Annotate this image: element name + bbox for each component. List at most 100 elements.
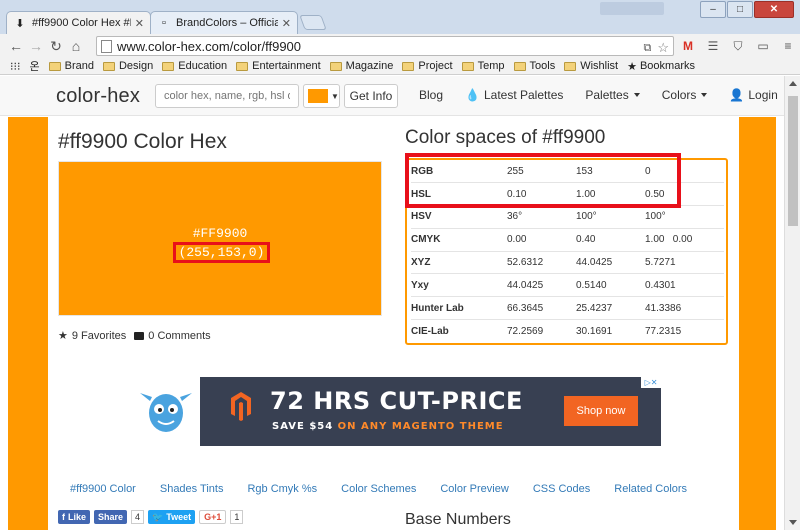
cell: 1.00 0.00 (645, 228, 724, 252)
bookmark-label: Brand (64, 60, 94, 72)
social-buttons: f Like Share 4 🐦 Tweet G+1 1 (58, 510, 244, 524)
close-window-button[interactable]: ✕ (754, 1, 794, 18)
tab-related-colors[interactable]: Related Colors (614, 483, 687, 495)
cast-icon[interactable]: ▭ (755, 38, 771, 54)
close-tab-icon[interactable]: ✕ (282, 17, 291, 30)
bookmark-brand[interactable]: Brand (48, 60, 94, 72)
favorites-link[interactable]: ★ 9 Favorites (58, 329, 127, 343)
tab-title: #ff9900 Color Hex #F90 (32, 17, 131, 29)
star-icon[interactable]: ☆ (657, 40, 669, 56)
row-label: CMYK (411, 228, 507, 252)
tweet-button[interactable]: 🐦 Tweet (148, 510, 196, 524)
cell: 5.7271 (645, 251, 724, 275)
color-meta: ★ 9 Favorites 0 Comments (58, 329, 219, 343)
profile-chip[interactable] (600, 2, 664, 15)
chrome-menu-icon[interactable]: ≡ (780, 38, 796, 54)
site-logo[interactable]: color-hex (56, 85, 140, 108)
cell: 100° (645, 205, 724, 229)
ad-banner[interactable]: 72 HRS CUT-PRICE SAVE $54 ON ANY MAGENTO… (136, 377, 661, 447)
nav-label: Blog (419, 88, 444, 102)
cell: 77.2315 (645, 325, 682, 337)
nav-palettes[interactable]: Palettes (585, 88, 640, 102)
scroll-up-icon[interactable] (789, 81, 797, 86)
address-bar[interactable]: www.color-hex.com/color/ff9900 ⧉ ☆ (96, 36, 674, 56)
caret-down-icon (633, 93, 640, 97)
table-row: HSV 36° 100° 100° (411, 205, 724, 229)
scroll-thumb[interactable] (788, 96, 798, 226)
ad-headline: 72 HRS CUT-PRICE (270, 387, 523, 415)
bookmark-design[interactable]: Design (102, 60, 153, 72)
scroll-down-icon[interactable] (789, 520, 797, 525)
cell: 25.4237 (576, 296, 645, 321)
ad-subline: SAVE $54 ON ANY MAGENTO THEME (272, 421, 504, 432)
close-tab-icon[interactable]: ✕ (135, 17, 144, 30)
color-spaces-title: Color spaces of #ff9900 (405, 127, 606, 148)
bookmark-tools[interactable]: Tools (513, 60, 556, 72)
nav-colors[interactable]: Colors (662, 88, 708, 102)
bookmark-project[interactable]: Project (402, 60, 453, 72)
folder-icon (162, 61, 175, 71)
cell: 100° (576, 205, 645, 229)
facebook-icon: f (62, 512, 65, 522)
tab-color[interactable]: #ff9900 Color (70, 483, 136, 495)
shield-icon[interactable]: ⛉ (730, 38, 746, 54)
reload-icon[interactable]: ↻ (46, 36, 66, 56)
ad-sub-a: SAVE $54 (272, 421, 338, 432)
dropdown-caret-icon: ▼ (331, 91, 339, 101)
caret-down-icon (701, 93, 708, 97)
browser-tabstrip: ⬇ #ff9900 Color Hex #F90 ✕ ▫ BrandColors… (0, 0, 800, 34)
comments-link[interactable]: 0 Comments (134, 330, 211, 342)
facebook-like-button[interactable]: f Like (58, 510, 91, 524)
gmail-icon[interactable]: M (680, 38, 696, 54)
main-nav: Blog 💧 Latest Palettes Palettes Colors 👤 L… (408, 88, 784, 102)
search-input[interactable] (155, 84, 299, 108)
url-text: www.color-hex.com/color/ff9900 (117, 38, 302, 54)
ad-creative[interactable]: 72 HRS CUT-PRICE SAVE $54 ON ANY MAGENTO… (200, 377, 661, 446)
favorites-count: 9 Favorites (71, 329, 127, 342)
tab-shades-tints[interactable]: Shades Tints (160, 483, 224, 495)
vertical-scrollbar[interactable] (784, 76, 800, 530)
cell: 41.3386 (645, 296, 724, 321)
shop-now-button[interactable]: Shop now (564, 396, 638, 426)
tab-rgb-cmyk[interactable]: Rgb Cmyk %s (247, 483, 317, 495)
bookmark-bookmarks[interactable]: ★ Bookmarks (627, 60, 695, 73)
minimize-button[interactable]: – (700, 1, 726, 18)
menu-lines-icon[interactable]: ☰ (705, 38, 721, 54)
tab-color-schemes[interactable]: Color Schemes (341, 483, 416, 495)
apps-icon[interactable]: ⁝⁝⁝ (10, 60, 21, 73)
bookmark-temp[interactable]: Temp (461, 60, 505, 72)
tab-active[interactable]: ⬇ #ff9900 Color Hex #F90 ✕ (6, 11, 151, 34)
bookmark-label: Tools (529, 60, 556, 72)
bookmark-wishlist[interactable]: Wishlist (564, 60, 618, 72)
bookmark-korean[interactable]: 온 (30, 58, 40, 74)
nav-label: Latest Palettes (483, 88, 564, 102)
home-icon[interactable]: ⌂ (66, 36, 86, 56)
forward-arrow-icon[interactable]: → (26, 36, 46, 56)
tab-css-codes[interactable]: CSS Codes (533, 483, 590, 495)
cell: 44.0425 (507, 273, 576, 298)
gplus-count: 1 (230, 510, 244, 524)
bookmarks-bar: ⁝⁝⁝ 온 Brand Design Education Entertainme… (0, 58, 800, 75)
magento-logo-icon (231, 392, 251, 421)
browser-toolbar: ← → ↻ ⌂ www.color-hex.com/color/ff9900 ⧉… (0, 34, 800, 58)
nav-blog[interactable]: Blog (419, 88, 443, 102)
bookmark-entertainment[interactable]: Entertainment (236, 60, 321, 72)
bookmark-education[interactable]: Education (162, 60, 227, 72)
cell: 0.00 (507, 228, 576, 252)
get-info-button[interactable]: Get Info (344, 84, 398, 108)
nav-login[interactable]: 👤 Login (729, 88, 777, 102)
translate-icon[interactable]: ⧉ (643, 42, 651, 55)
tab-color-preview[interactable]: Color Preview (440, 483, 508, 495)
bookmark-magazine[interactable]: Magazine (329, 60, 393, 72)
back-arrow-icon[interactable]: ← (6, 36, 26, 56)
facebook-share-button[interactable]: Share (94, 510, 128, 524)
adchoices-close-icon[interactable]: ▷✕ (641, 377, 661, 388)
tab-brandcolors[interactable]: ▫ BrandColors – Official co ✕ (150, 11, 298, 34)
nav-latest-palettes[interactable]: 💧 Latest Palettes (465, 88, 563, 102)
page-icon (101, 39, 112, 53)
maximize-button[interactable]: □ (727, 1, 753, 18)
rgb-label: (255,153,0) (173, 242, 270, 263)
google-plus-button[interactable]: G+1 (199, 510, 227, 524)
new-tab-button[interactable] (299, 15, 327, 30)
color-picker-button[interactable]: ▼ (303, 84, 340, 108)
